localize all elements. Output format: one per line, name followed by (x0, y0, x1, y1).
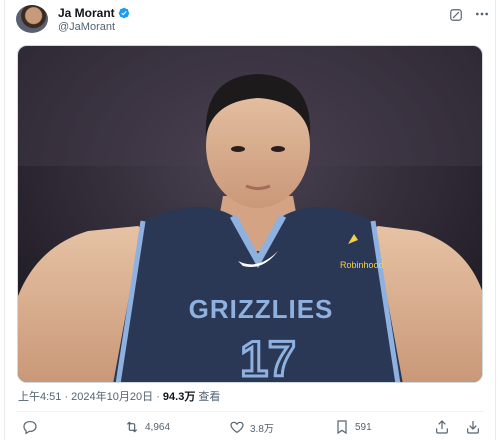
jersey-wordmark: GRIZZLIES (189, 294, 334, 324)
verified-badge-icon (118, 7, 129, 19)
retweet-button[interactable]: 4,964 (124, 417, 170, 437)
share-button[interactable] (434, 417, 450, 437)
jersey-number: 17 (240, 331, 296, 383)
action-divider (16, 411, 484, 412)
bookmark-icon (337, 420, 347, 435)
author-handle[interactable]: @JaMorant (58, 21, 115, 34)
more-options-icon[interactable] (474, 7, 490, 21)
tweet-actions: 4,964 3.8万 591 (0, 417, 500, 437)
tweet-image[interactable]: Robinhood GRIZZLIES 17 (17, 45, 483, 383)
grok-icon[interactable] (449, 8, 463, 22)
heart-icon (230, 421, 244, 434)
right-border (495, 0, 496, 440)
bookmark-button[interactable]: 591 (334, 417, 372, 437)
download-icon (467, 421, 479, 434)
left-border (4, 0, 5, 440)
meta-separator: · (153, 391, 163, 403)
tweet-timestamp[interactable]: 上午4:51 · 2024年10月20日 (18, 391, 153, 403)
reply-button[interactable] (22, 417, 38, 437)
like-button[interactable]: 3.8万 (229, 417, 274, 437)
views-count: 94.3万 (162, 391, 196, 403)
avatar[interactable] (16, 5, 48, 33)
share-icon (436, 420, 448, 434)
bookmark-count: 591 (355, 421, 372, 433)
retweet-icon (126, 421, 138, 433)
sponsor-logo: Robinhood (340, 260, 384, 270)
author-name[interactable]: Ja Morant (58, 7, 130, 20)
download-button[interactable] (465, 417, 481, 437)
like-count: 3.8万 (250, 423, 274, 435)
reply-icon (23, 421, 37, 435)
author-name-text[interactable]: Ja Morant (58, 6, 115, 20)
tweet-meta: 上午4:51 · 2024年10月20日 · 94.3万 查看 (18, 390, 220, 404)
retweet-count: 4,964 (145, 421, 171, 433)
views-label: 查看 (195, 391, 221, 403)
tweet-header: Ja Morant @JaMorant (16, 5, 488, 34)
